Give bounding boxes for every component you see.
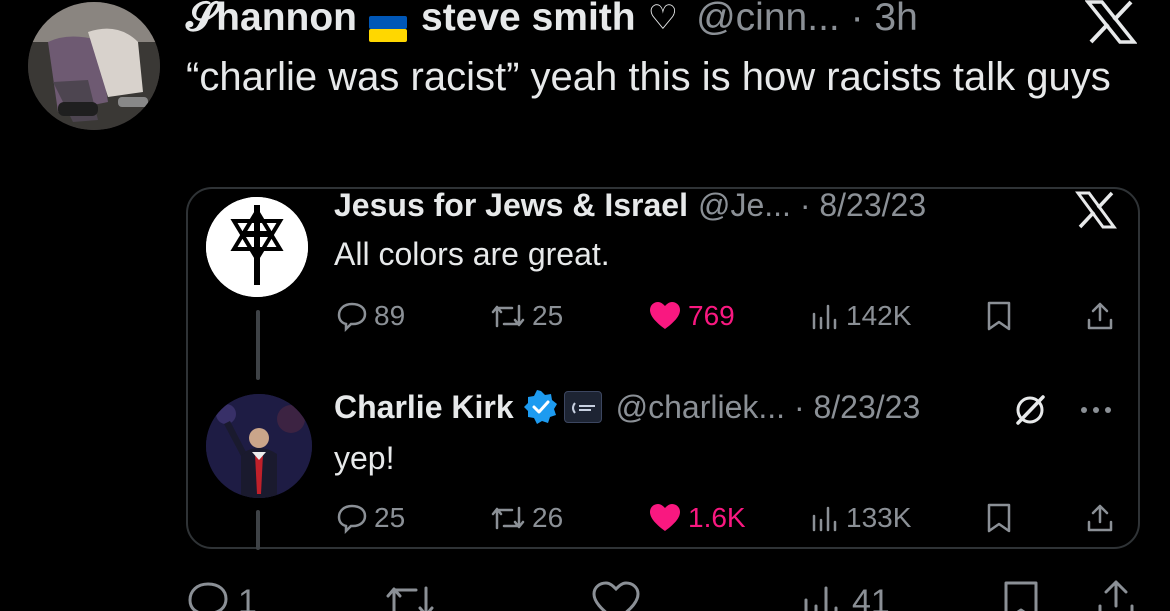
reply-count: 25 (374, 502, 406, 533)
reply-header: Charlie Kirk @charliek... · 8/23/23 (334, 387, 920, 427)
bookmark-icon (987, 503, 1011, 533)
views-icon (804, 586, 838, 611)
verified-badge-icon (523, 390, 558, 424)
star-of-david-cross-icon (206, 197, 308, 297)
ukraine-flag-icon (369, 6, 407, 42)
retweet-icon (491, 506, 525, 530)
reply-button[interactable]: 89 (336, 300, 405, 332)
affiliate-badge-icon (563, 391, 602, 423)
views-button[interactable]: 41 (798, 580, 890, 611)
retweet-count: 26 (532, 502, 564, 533)
like-button[interactable]: 769 (648, 300, 735, 332)
retweet-count: 25 (532, 300, 564, 331)
display-name-extra[interactable]: steve smith (421, 0, 636, 42)
display-name[interactable]: 𝓢hannon (186, 0, 357, 42)
quoted-header: Jesus for Jews & Israel @Je... · 8/23/23 (334, 185, 926, 225)
avatar-photo (28, 2, 160, 130)
bookmark-button[interactable] (984, 300, 1014, 332)
bookmark-icon (987, 301, 1011, 331)
reply-icon (337, 504, 367, 534)
reply-button[interactable]: 25 (336, 502, 405, 534)
reply-count: 1 (238, 582, 257, 611)
reply-avatar[interactable] (206, 394, 312, 498)
share-icon (1087, 302, 1113, 330)
heart-filled-icon (650, 302, 680, 329)
views-count: 142K (846, 300, 912, 331)
retweet-icon (386, 586, 434, 611)
heart-symbol: ♡ (647, 0, 679, 38)
share-button[interactable] (1084, 300, 1116, 332)
quoted-handle-time[interactable]: @Je... · 8/23/23 (698, 185, 926, 225)
share-icon (1087, 504, 1113, 532)
views-button[interactable]: 133K (808, 502, 911, 534)
quote-card[interactable] (186, 187, 1140, 549)
x-logo-icon (1084, 0, 1138, 44)
reply-handle-time[interactable]: @charliek... · 8/23/23 (616, 387, 921, 427)
quoted-text: All colors are great. (334, 236, 610, 272)
x-logo-icon (1075, 191, 1117, 229)
views-count: 133K (846, 502, 912, 533)
like-count: 1.6K (688, 502, 746, 533)
views-icon (812, 506, 837, 532)
quoted-avatar[interactable] (206, 197, 308, 297)
reply-icon (188, 582, 228, 611)
tweet-header: 𝓢hannon steve smith ♡ @cinn... · 3h (186, 0, 918, 42)
share-button[interactable] (1084, 502, 1116, 534)
reply-count: 89 (374, 300, 406, 331)
bookmark-icon (1004, 581, 1038, 611)
like-count: 769 (688, 300, 735, 331)
views-icon (812, 304, 837, 330)
heart-filled-icon (650, 504, 680, 531)
tweet-text: “charlie was racist” yeah this is how ra… (186, 55, 1111, 99)
retweet-button[interactable] (384, 580, 436, 611)
like-button[interactable]: 1.6K (648, 502, 746, 534)
quoted-name[interactable]: Jesus for Jews & Israel (334, 185, 688, 225)
share-button[interactable] (1094, 578, 1138, 611)
retweet-button[interactable]: 26 (490, 502, 563, 534)
share-icon (1098, 580, 1134, 611)
quoted-metrics: 89 25 769 142K (0, 296, 1170, 340)
retweet-button[interactable]: 25 (490, 300, 563, 332)
reply-icon (337, 302, 367, 332)
bookmark-button[interactable] (984, 502, 1014, 534)
avatar-photo (206, 394, 312, 498)
grok-icon[interactable] (1012, 392, 1048, 428)
retweet-icon (491, 304, 525, 328)
like-button[interactable] (590, 580, 642, 611)
reply-metrics: 25 26 1.6K 133K (0, 498, 1170, 542)
reply-button[interactable]: 1 (186, 580, 257, 611)
more-options-icon[interactable] (1078, 400, 1118, 420)
tweet-actions: 1 41 (0, 570, 1170, 611)
views-count: 41 (852, 582, 890, 611)
reply-text: yep! (334, 440, 395, 476)
heart-icon (592, 581, 640, 611)
reply-name[interactable]: Charlie Kirk (334, 387, 514, 427)
avatar[interactable] (28, 2, 160, 130)
bookmark-button[interactable] (1000, 580, 1042, 611)
views-button[interactable]: 142K (808, 300, 911, 332)
handle-time[interactable]: @cinn... · 3h (696, 0, 918, 42)
